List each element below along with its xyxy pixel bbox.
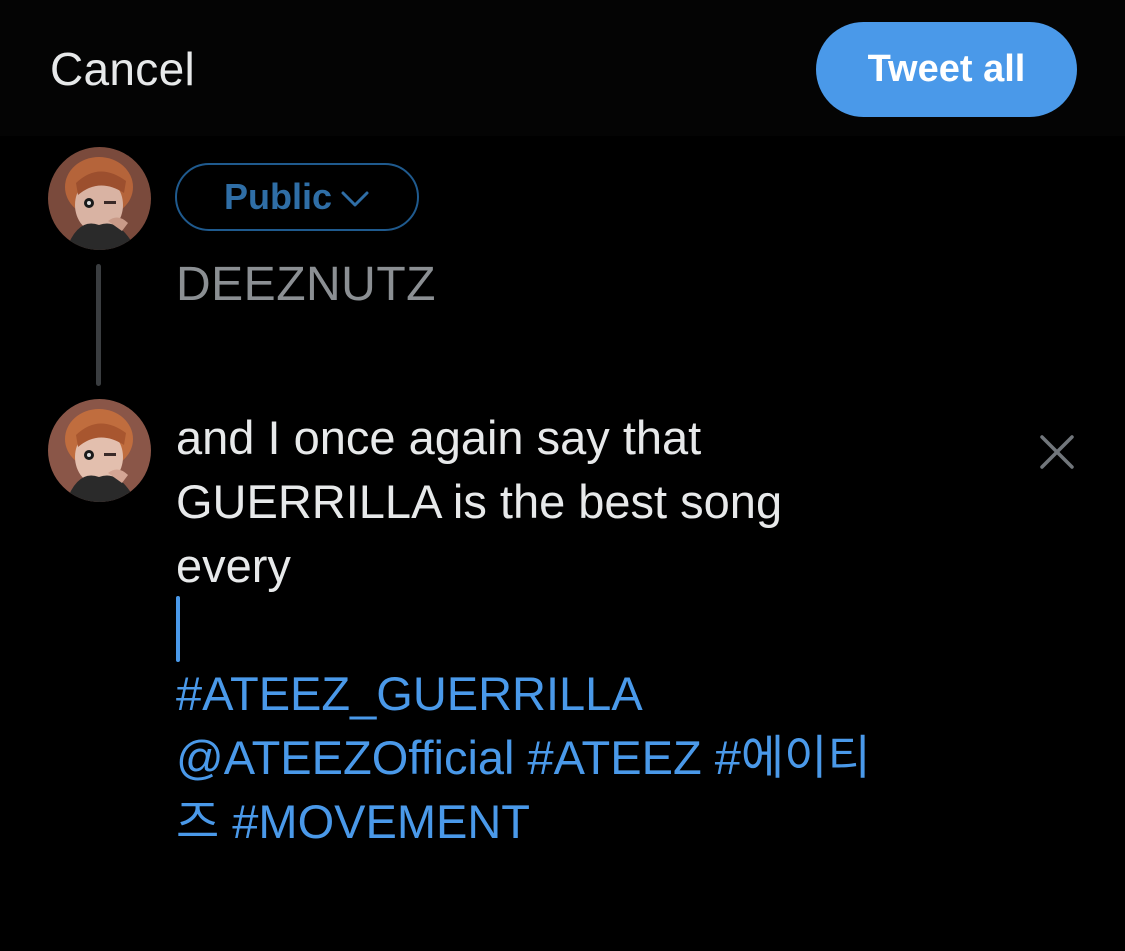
audience-selector[interactable]: Public [175,163,419,231]
thread-tweet-text[interactable]: DEEZNUTZ [176,257,436,312]
avatar [48,147,151,250]
tweet-all-button[interactable]: Tweet all [816,22,1077,117]
chevron-down-icon [340,176,370,218]
hashtag-line[interactable]: #ATEEZ_GUERRILLA [176,662,976,726]
tweet-text-line: every [176,539,291,592]
audience-label: Public [223,176,333,217]
cancel-button[interactable]: Cancel [50,42,195,96]
thread-connector-line [96,264,101,386]
text-cursor [176,596,180,662]
compose-header: Cancel Tweet all [0,0,1125,136]
text-cursor-line [176,596,976,662]
avatar [48,399,151,502]
tweet-text-line: GUERRILLA is the best song [176,475,783,528]
hashtag-line[interactable]: @ATEEZOfficial #ATEEZ #에이티 [176,726,976,790]
close-icon[interactable] [1037,432,1077,472]
tweet-compose-input[interactable]: and I once again say that GUERRILLA is t… [176,406,976,854]
hashtag-line[interactable]: 즈 #MOVEMENT [176,790,976,854]
tweet-text-line: and I once again say that [176,411,702,464]
